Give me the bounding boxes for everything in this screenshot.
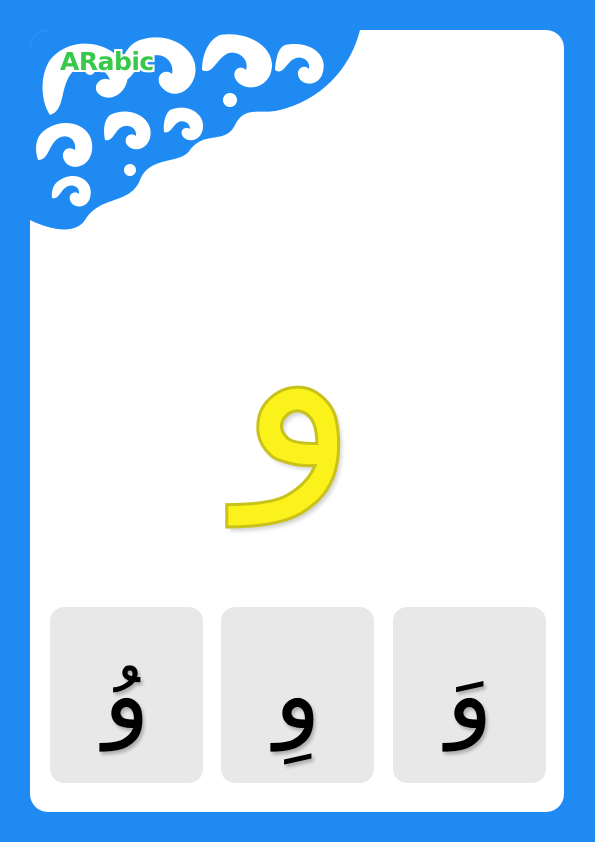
main-letter: و: [236, 233, 360, 527]
card-frame: ARabic و وُ وِ وَ: [0, 0, 595, 842]
vowel-tiles: وُ وِ وَ: [50, 607, 547, 783]
tile-damma[interactable]: وُ: [50, 607, 203, 783]
tile-kasra[interactable]: وِ: [221, 607, 374, 783]
tile-fatha[interactable]: وَ: [393, 607, 546, 783]
brand-logo: ARabic: [60, 47, 154, 76]
